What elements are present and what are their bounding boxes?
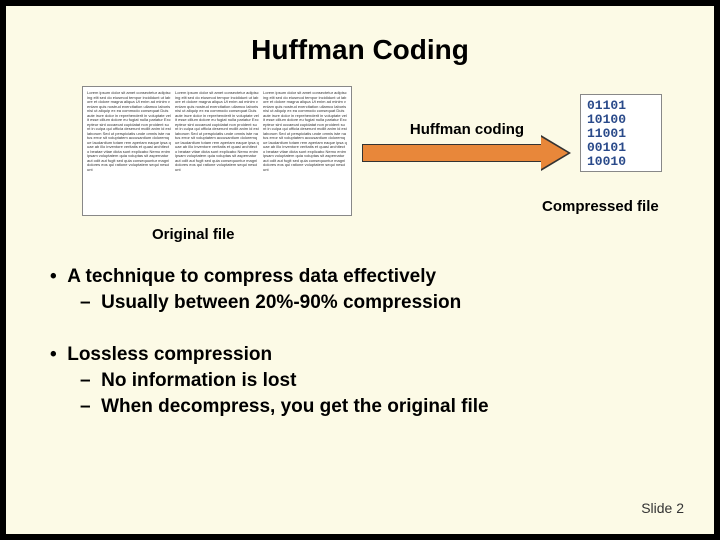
bullet-level-2: – Usually between 20%-90% compression — [80, 292, 678, 314]
original-file-label: Original file — [152, 226, 235, 243]
bullet-level-2: – No information is lost — [80, 370, 678, 392]
slide-number: Slide 2 — [641, 500, 684, 516]
binary-line: 10100 — [587, 113, 655, 127]
arrow-group: Huffman coding — [362, 121, 572, 166]
text-column: Lorem ipsum dolor sit amet consectetur a… — [263, 91, 347, 211]
bullet-level-2: – When decompress, you get the original … — [80, 396, 678, 418]
bullet-level-1: • Lossless compression — [50, 344, 678, 366]
text-column: Lorem ipsum dolor sit amet consectetur a… — [175, 91, 259, 211]
slide-title: Huffman Coding — [42, 34, 678, 66]
compressed-file-graphic: 01101 10100 11001 00101 10010 — [580, 94, 662, 172]
diagram: Lorem ipsum dolor sit amet consectetur a… — [42, 86, 678, 256]
original-file-graphic: Lorem ipsum dolor sit amet consectetur a… — [82, 86, 352, 216]
binary-line: 10010 — [587, 155, 655, 169]
slide: Huffman Coding Lorem ipsum dolor sit ame… — [6, 6, 714, 534]
bullet-list: • A technique to compress data effective… — [50, 266, 678, 418]
compressed-file-label: Compressed file — [542, 198, 659, 215]
arrow-icon — [362, 140, 572, 166]
bullet-level-1: • A technique to compress data effective… — [50, 266, 678, 288]
text-column: Lorem ipsum dolor sit amet consectetur a… — [87, 91, 171, 211]
binary-line: 11001 — [587, 127, 655, 141]
binary-line: 01101 — [587, 99, 655, 113]
binary-line: 00101 — [587, 141, 655, 155]
